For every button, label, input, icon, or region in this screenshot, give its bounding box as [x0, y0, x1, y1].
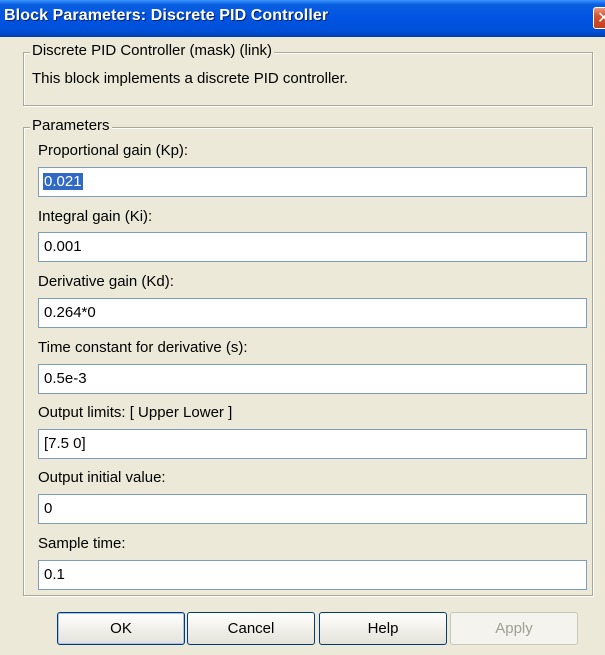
output-limits-input[interactable]: [7.5 0] [38, 429, 587, 459]
kp-input-value: 0.021 [43, 173, 83, 190]
description-text: This block implements a discrete PID con… [32, 70, 348, 87]
window-title: Block Parameters: Discrete PID Controlle… [4, 7, 329, 24]
parameters-group-legend: Parameters [30, 117, 112, 134]
parameters-group [23, 127, 593, 596]
ki-label: Integral gain (Ki): [38, 208, 153, 225]
output-limits-input-value: [7.5 0] [44, 435, 86, 452]
output-limits-label: Output limits: [ Upper Lower ] [38, 404, 233, 421]
description-group-legend: Discrete PID Controller (mask) (link) [30, 42, 275, 59]
output-initial-value-input[interactable]: 0 [38, 494, 587, 524]
kd-input[interactable]: 0.264*0 [38, 298, 587, 328]
close-icon: ✕ [597, 8, 605, 27]
kp-input[interactable]: 0.021 [38, 167, 587, 197]
sample-time-input[interactable]: 0.1 [38, 560, 587, 590]
output-initial-value-input-value: 0 [44, 500, 53, 517]
help-button[interactable]: Help [319, 612, 447, 645]
time-constant-label: Time constant for derivative (s): [38, 339, 248, 356]
time-constant-input-value: 0.5e-3 [44, 370, 87, 387]
apply-button[interactable]: Apply [450, 612, 578, 645]
ki-input-value: 0.001 [44, 238, 82, 255]
ok-button[interactable]: OK [57, 612, 185, 645]
ki-input[interactable]: 0.001 [38, 232, 587, 262]
close-button[interactable]: ✕ [593, 7, 605, 29]
time-constant-input[interactable]: 0.5e-3 [38, 364, 587, 394]
block-parameters-dialog: Block Parameters: Discrete PID Controlle… [0, 0, 605, 655]
kd-label: Derivative gain (Kd): [38, 273, 174, 290]
title-bar[interactable]: Block Parameters: Discrete PID Controlle… [0, 0, 605, 37]
sample-time-input-value: 0.1 [44, 566, 65, 583]
kp-label: Proportional gain (Kp): [38, 142, 189, 159]
sample-time-label: Sample time: [38, 535, 126, 552]
output-initial-value-label: Output initial value: [38, 469, 166, 486]
cancel-button[interactable]: Cancel [187, 612, 315, 645]
kd-input-value: 0.264*0 [44, 304, 96, 321]
